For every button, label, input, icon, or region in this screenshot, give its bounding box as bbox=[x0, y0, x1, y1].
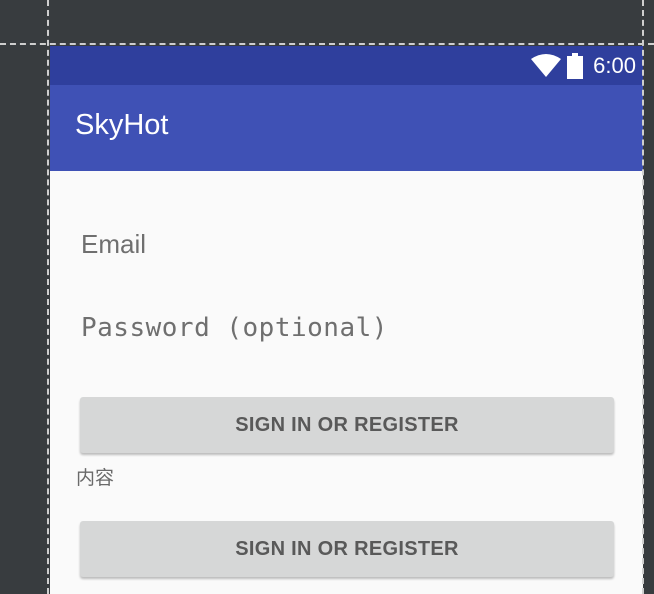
email-field[interactable]: Email bbox=[81, 229, 146, 260]
status-icons: 6:00 bbox=[531, 53, 636, 79]
sign-in-button[interactable]: SIGN IN OR REGISTER bbox=[80, 397, 614, 453]
password-field[interactable]: Password (optional) bbox=[81, 313, 388, 343]
sign-in-button-secondary[interactable]: SIGN IN OR REGISTER bbox=[80, 521, 614, 577]
content-label: 内容 bbox=[76, 467, 115, 489]
app-title: SkyHot bbox=[75, 109, 169, 141]
app-bar: SkyHot bbox=[50, 85, 643, 171]
status-bar: 6:00 bbox=[50, 46, 643, 85]
wifi-icon bbox=[531, 54, 562, 77]
layout-guide-right bbox=[642, 0, 644, 594]
layout-editor-canvas: 6:00 SkyHot Email Password (optional) SI… bbox=[0, 0, 654, 594]
status-time: 6:00 bbox=[593, 53, 636, 78]
layout-guide-left bbox=[47, 0, 49, 594]
battery-icon bbox=[567, 53, 584, 79]
device-preview: 6:00 SkyHot Email Password (optional) SI… bbox=[50, 46, 643, 594]
layout-guide-top bbox=[0, 43, 654, 45]
